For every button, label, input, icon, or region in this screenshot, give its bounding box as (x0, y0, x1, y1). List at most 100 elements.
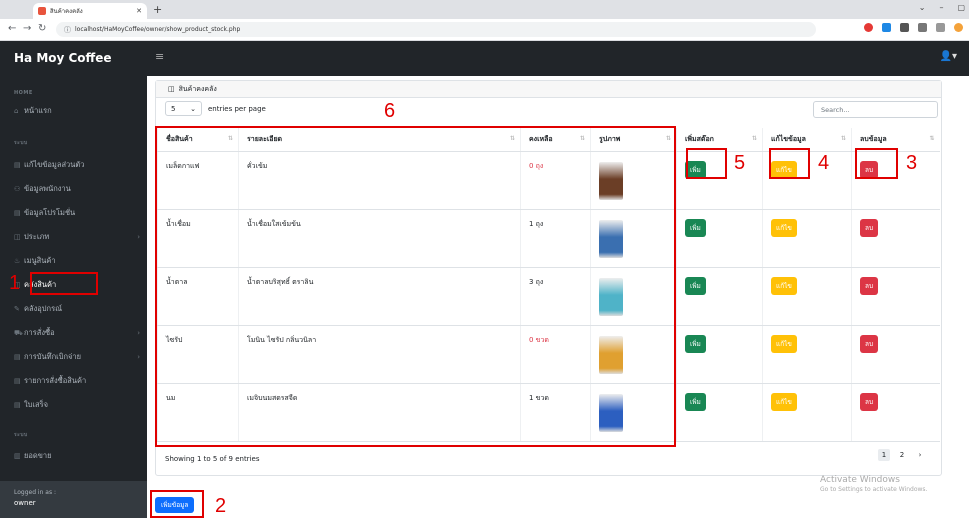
sidebar-item-product-menu[interactable]: ♨ เมนูสินค้า (14, 255, 140, 267)
tab-close-icon[interactable]: ✕ (136, 7, 142, 15)
per-page-label: entries per page (208, 104, 266, 113)
sidebar-item-purchase-list[interactable]: ▤ รายการสั่งซื้อสินค้า (14, 375, 140, 387)
sidebar-section-system: ระบบ (14, 140, 28, 146)
annotation-box-table (155, 126, 676, 447)
annotation-box-add-stock (686, 148, 727, 179)
cell-delete: ลบ (851, 325, 940, 384)
add-stock-button[interactable]: เพิ่ม (685, 218, 706, 237)
extension-icon-2[interactable] (900, 23, 909, 32)
sidebar-item-orders[interactable]: ⛟ การสั่งซื้อ › (14, 327, 140, 339)
logged-in-user: owner (14, 499, 36, 507)
add-stock-button[interactable]: เพิ่ม (685, 276, 706, 295)
forward-icon[interactable]: → (23, 23, 31, 34)
category-icon: ◫ (14, 233, 21, 241)
list-icon: ▤ (14, 377, 21, 385)
sidebar-item-label: การบันทึกเบิกจ่าย (24, 352, 82, 361)
watermark-line2: Go to Settings to activate Windows. (820, 486, 928, 493)
header-label: เพิ่มสต๊อก (685, 134, 714, 143)
cell-delete: ลบ (851, 209, 940, 268)
back-icon[interactable]: ← (8, 23, 16, 34)
edit-button[interactable]: แก้ไข (771, 392, 797, 411)
add-stock-button[interactable]: เพิ่ม (685, 334, 706, 353)
pagination: 1 2 › (878, 449, 926, 461)
sidebar-item-receipts[interactable]: ▤ ใบเสร็จ (14, 399, 140, 411)
sidebar-item-home[interactable]: ⌂ หน้าแรก (14, 105, 140, 117)
delete-button[interactable]: ลบ (860, 276, 879, 295)
cell-edit: แก้ไข (762, 383, 852, 442)
cell-edit: แก้ไข (762, 325, 852, 384)
brand-title[interactable]: Ha Moy Coffee (14, 51, 112, 65)
page-2-button[interactable]: 2 (896, 449, 908, 461)
extension-icon[interactable] (882, 23, 891, 32)
per-page-value: 5 (171, 104, 176, 113)
maximize-icon[interactable]: ▢ (957, 3, 965, 12)
sidebar-item-promotions[interactable]: ▤ ข้อมูลโปรโมชั่น (14, 207, 140, 219)
cell-add-stock: เพิ่ม (676, 209, 763, 268)
sidebar-item-disbursement[interactable]: ▤ การบันทึกเบิกจ่าย › (14, 351, 140, 363)
opera-extension-icon[interactable] (864, 23, 873, 32)
edit-button[interactable]: แก้ไข (771, 218, 797, 237)
reload-icon[interactable]: ↻ (38, 23, 46, 34)
delete-button[interactable]: ลบ (860, 392, 879, 411)
chevron-right-icon: › (137, 353, 140, 361)
sidebar-item-label: ข้อมูลโปรโมชั่น (24, 208, 76, 217)
sidebar-item-label: คลังอุปกรณ์ (24, 304, 63, 313)
user-menu-icon[interactable]: 👤▾ (940, 51, 957, 62)
annotation-number: 4 (818, 152, 830, 174)
cell-delete: ลบ (851, 383, 940, 442)
new-tab-icon[interactable]: + (153, 3, 162, 16)
extensions-puzzle-icon[interactable] (918, 23, 927, 32)
sort-icon: ⇅ (751, 135, 757, 142)
edit-button[interactable]: แก้ไข (771, 276, 797, 295)
header-label: แก้ไขข้อมูล (771, 134, 806, 143)
search-input[interactable]: Search... (813, 101, 938, 118)
chevron-right-icon: › (137, 329, 140, 337)
cell-add-stock: เพิ่ม (676, 267, 763, 326)
page-1-button[interactable]: 1 (878, 449, 890, 461)
window-controls: ⌄ – ▢ (919, 3, 965, 12)
annotation-number: 6 (384, 100, 396, 122)
sidebar-item-edit-profile[interactable]: ▤ แก้ไขข้อมูลส่วนตัว (14, 159, 140, 171)
sidebar-item-label: ข้อมูลพนักงาน (24, 184, 71, 193)
card-title: สินค้าคงคลัง (178, 84, 217, 93)
address-bar: ← → ↻ ⓘ localhost/HaMoyCoffee/owner/show… (0, 19, 969, 41)
annotation-box-edit (769, 148, 810, 179)
receipt-icon: ▤ (14, 401, 21, 409)
sidebar-item-label: รายการสั่งซื้อสินค้า (24, 376, 87, 385)
sidebar-item-sales[interactable]: ▥ ยอดขาย (14, 450, 140, 462)
browser-tabbar: สินค้าคงคลัง ✕ + ⌄ – ▢ (0, 0, 969, 19)
sidebar-item-label: แก้ไขข้อมูลส่วนตัว (24, 160, 85, 169)
site-info-icon[interactable]: ⓘ (64, 25, 71, 35)
table-icon: ◫ (168, 85, 175, 93)
delete-button[interactable]: ลบ (860, 218, 879, 237)
annotation-number: 3 (906, 152, 918, 174)
sidebar-item-employees[interactable]: ⚇ ข้อมูลพนักงาน (14, 183, 140, 195)
url-field[interactable]: ⓘ localhost/HaMoyCoffee/owner/show_produ… (56, 22, 816, 37)
add-stock-button[interactable]: เพิ่ม (685, 392, 706, 411)
sidebar-section-reports: ระบบ (14, 432, 28, 438)
sort-icon: ⇅ (929, 135, 935, 142)
minimize-icon[interactable]: – (939, 3, 943, 12)
sidebar-item-equipment-stock[interactable]: ✎ คลังอุปกรณ์ (14, 303, 140, 315)
cell-add-stock: เพิ่ม (676, 325, 763, 384)
app-header: Ha Moy Coffee ≡ 👤▾ (0, 41, 969, 76)
edit-button[interactable]: แก้ไข (771, 334, 797, 353)
browser-tab[interactable]: สินค้าคงคลัง ✕ (33, 3, 147, 19)
reading-list-icon[interactable] (936, 23, 945, 32)
next-page-icon[interactable]: › (914, 449, 926, 461)
per-page-select[interactable]: 5 ⌄ (165, 101, 202, 116)
delete-button[interactable]: ลบ (860, 334, 879, 353)
profile-icon: ▤ (14, 161, 21, 169)
promotion-icon: ▤ (14, 209, 21, 217)
sidebar: HOME ⌂ หน้าแรก ระบบ ▤ แก้ไขข้อมูลส่วนตัว… (0, 76, 147, 518)
entries-info: Showing 1 to 5 of 9 entries (165, 455, 260, 463)
sidebar-item-categories[interactable]: ◫ ประเภท › (14, 231, 140, 243)
tab-search-icon[interactable]: ⌄ (919, 3, 926, 12)
watermark-line1: Activate Windows (820, 475, 900, 485)
sidebar-item-label: การสั่งซื้อ (24, 328, 55, 337)
profile-avatar-icon[interactable] (954, 23, 963, 32)
annotation-box-stock-menu (30, 272, 98, 295)
sidebar-item-label: ใบเสร็จ (24, 400, 48, 409)
annotation-number: 5 (734, 152, 746, 174)
menu-toggle-icon[interactable]: ≡ (155, 50, 164, 63)
